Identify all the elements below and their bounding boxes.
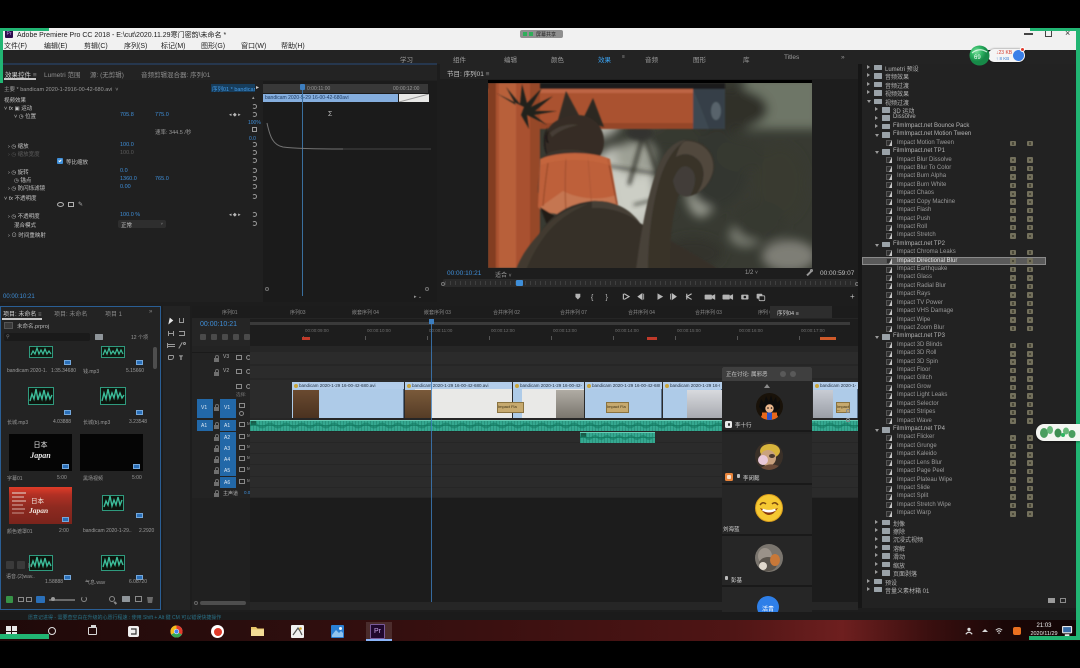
svg-text:{: { [591,292,594,301]
svg-text:}: } [606,292,609,301]
svg-text:69: 69 [974,55,981,61]
